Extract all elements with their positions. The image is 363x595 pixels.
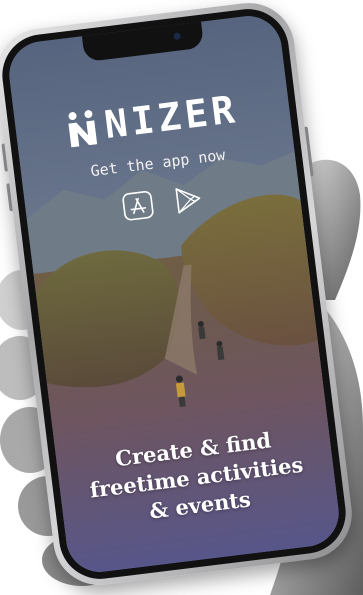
nizer-figures-logo-icon [68, 110, 97, 148]
google-play-icon[interactable] [170, 183, 205, 217]
app-store-icon[interactable] [120, 189, 155, 223]
front-camera-icon [173, 32, 182, 41]
promo-stage: NIZER Get the app now Create & find free… [0, 0, 363, 595]
